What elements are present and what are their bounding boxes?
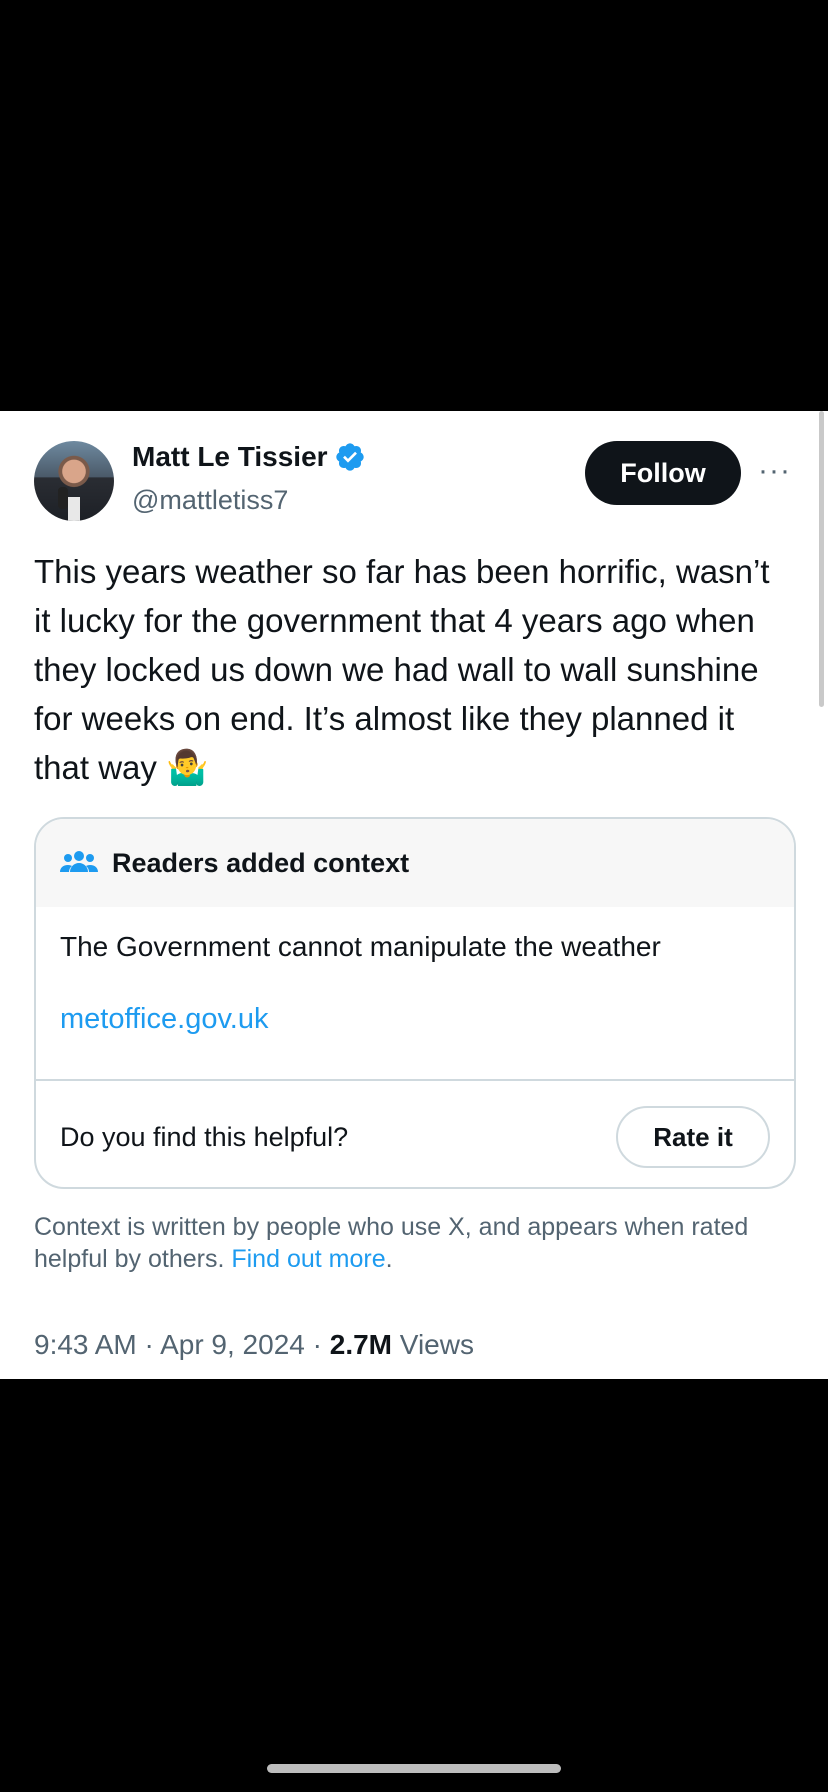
author-name-row[interactable]: Matt Le Tissier [132,441,366,473]
community-note-text: The Government cannot manipulate the wea… [60,931,661,962]
author-name[interactable]: Matt Le Tissier [132,441,328,473]
tweet-meta: 9:43 AM · Apr 9, 2024 · 2.7M Views [34,1329,474,1361]
avatar-microphone [58,487,68,509]
meta-separator: · [136,1329,161,1360]
community-note-header: Readers added context [36,819,794,907]
verified-badge-icon [335,443,364,471]
tweet-time[interactable]: 9:43 AM [34,1329,137,1360]
tweet-text-body: This years weather so far has been horri… [34,553,770,786]
shrug-emoji-icon: 🤷‍♂️ [166,749,209,787]
disclaimer-end: . [385,1245,393,1273]
views-label: Views [399,1329,474,1360]
meta-separator-2: · [304,1329,330,1360]
community-note-title: Readers added context [112,847,410,878]
community-note-link[interactable]: metoffice.gov.uk [60,1003,770,1036]
rate-it-button[interactable]: Rate it [616,1106,770,1168]
helpful-question: Do you find this helpful? [60,1121,349,1152]
avatar-shirt [68,497,80,521]
scrollbar[interactable] [819,411,824,707]
author-handle[interactable]: @mattletiss7 [132,485,288,516]
tweet-card: Matt Le Tissier @mattletiss7 Follow ··· … [0,411,828,1379]
tweet-text: This years weather so far has been horri… [34,547,794,793]
follow-button[interactable]: Follow [585,441,741,505]
home-indicator[interactable] [267,1764,561,1773]
avatar[interactable] [34,441,114,521]
community-note-footer: Do you find this helpful? Rate it [36,1079,794,1187]
note-disclaimer: Context is written by people who use X, … [34,1211,804,1275]
more-options-icon[interactable]: ··· [758,456,791,486]
tweet-date[interactable]: Apr 9, 2024 [160,1329,305,1360]
community-note-body: The Government cannot manipulate the wea… [36,907,794,1079]
views-count: 2.7M [329,1329,392,1360]
people-icon [60,851,98,872]
community-note: Readers added context The Government can… [34,817,796,1189]
find-out-more-link[interactable]: Find out more [231,1245,385,1273]
